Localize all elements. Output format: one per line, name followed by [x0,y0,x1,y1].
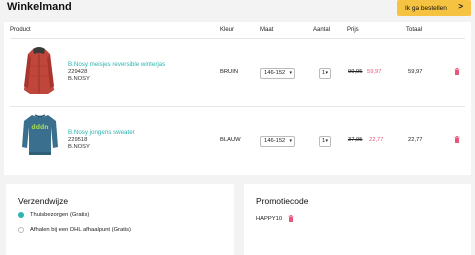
page-title: Winkelmand [7,1,72,13]
product-color: BLAUW [220,137,241,143]
chevron-down-icon: ▾ [289,70,292,76]
product-sku: 229518 [68,137,88,143]
trash-icon[interactable] [454,68,460,75]
product-brand: B.NOSY [68,144,90,150]
price-new: 22,77 [369,137,384,143]
product-sku: 229428 [68,69,88,75]
size-select[interactable]: 146-152 ▾ [260,136,295,147]
checkout-button[interactable]: Ik ga bestellen > [397,0,471,16]
product-color: BRUIN [220,69,239,75]
price-old: 99,95 [348,69,363,75]
header-size: Maat [260,27,274,33]
option-label-home-delivery[interactable]: Thuisbezorgen (Gratis) [30,212,89,218]
header-qty: Aantal [313,27,331,33]
table-row: B.Nosy meisjes reversible winterjas 2294… [4,41,471,103]
header-price: Prijs [347,27,359,33]
header-total: Totaal [406,27,423,33]
header-color: Kleur [220,27,235,33]
promo-card: Promotiecode HAPPY10 [244,184,471,255]
promo-title: Promotiecode [256,196,309,206]
qty-select[interactable]: 1 ▾ [319,68,331,79]
header-divider [10,38,465,39]
cart-table: Product Kleur Maat Aantal Prijs Totaal B… [4,22,471,175]
row-total: 22,77 [408,137,423,143]
chevron-right-icon: > [458,2,463,11]
radio-home-delivery[interactable] [18,212,24,218]
size-value: 146-152 [264,70,286,76]
header-product: Product [10,27,31,33]
svg-text:dddn: dddn [31,124,48,131]
price-new: 59,97 [367,69,382,75]
qty-select[interactable]: 1 ▾ [319,136,331,147]
product-name-link[interactable]: B.Nosy meisjes reversible winterjas [68,61,165,68]
chevron-down-icon: ▾ [325,138,328,144]
product-image-jacket[interactable] [20,46,58,96]
radio-dhl-pickup[interactable] [18,227,24,233]
trash-icon[interactable] [288,215,294,222]
trash-icon[interactable] [454,136,460,143]
product-brand: B.NOSY [68,76,90,82]
shipping-title: Verzendwijze [18,196,69,206]
checkout-button-label: Ik ga bestellen [405,4,447,12]
size-value: 146-152 [264,138,286,144]
chevron-down-icon: ▾ [325,70,328,76]
option-label-dhl-pickup[interactable]: Afhalen bij een DHL afhaalpunt (Gratis) [30,227,131,233]
chevron-down-icon: ▾ [289,138,292,144]
table-row: dddn B.Nosy jongens sweater 229518 B.NOS… [4,109,471,171]
size-select[interactable]: 146-152 ▾ [260,68,295,79]
shipping-card: Verzendwijze Thuisbezorgen (Gratis) Afha… [6,184,234,255]
row-total: 59,97 [408,69,423,75]
row-divider [10,106,465,107]
price-old: 37,95 [348,137,363,143]
promo-code: HAPPY10 [256,216,283,222]
product-name-link[interactable]: B.Nosy jongens sweater [68,129,135,136]
product-image-sweater[interactable]: dddn [22,113,58,157]
